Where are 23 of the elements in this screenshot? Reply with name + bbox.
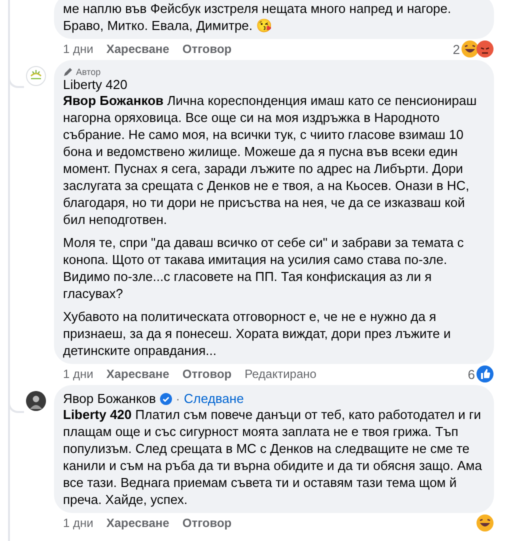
author-name[interactable]: Явор Божанков	[63, 391, 156, 406]
reply-link[interactable]: Отговор	[182, 367, 232, 381]
reply-link[interactable]: Отговор	[182, 42, 232, 56]
like-link[interactable]: Харесване	[106, 42, 170, 56]
comment-text: Liberty 420 Платил съм повече данъци от теб, като работодател и ги плащам още и със сигурност моята заплата не е твоя грижа. Тъп популизъм. След срещата в МС с Денков на следващите не сме те канили и съм на ръба да ти върна обидите и да ти обясня защо. Ама все тази. Веднага приемам съвета ти и оставям тази тема щом й преча. Хайде, успех.	[63, 406, 483, 508]
follow-link[interactable]: Следване	[184, 391, 244, 406]
author-name[interactable]: Liberty 420	[63, 77, 128, 92]
pencil-icon	[63, 66, 73, 76]
comment-text: Явор Божанков Лична кореспонденция имаш като се пенсионираш нагорна оряховица. Все още си на моя издръжка в Народното събрание. Не само моя, на всички тук, с чиито гласове взимаш 10 бона и ведомствено жилище. Можеше да я пусна във всеки един момент. Пуснах я сега, заради лъжите по адрес на Либърти. Дори заслугата за срещата с Денков не е твоя, а на Кьосев. Онази в НС, благодаря, но ти дори не присъства на нея, че да се изказваш кой бил неподготвен.	[63, 92, 478, 228]
comment-text: Моля те, спри "да даваш всичко от себе си" и забрави за темата с конопа. Щото от такава имитация на усилия само става по-зле. Видимо по-зле...с гласовете на ПП. Тая конфискация аз ли я гласувах?	[63, 234, 465, 302]
reply-link[interactable]: Отговор	[182, 516, 232, 530]
comment-time[interactable]: 1 дни	[63, 516, 94, 530]
separator-dot: ·	[176, 392, 180, 406]
author-label: Автор	[76, 66, 101, 76]
edited-label: Редактирано	[244, 367, 316, 381]
comment-time[interactable]: 1 дни	[63, 367, 94, 381]
like-link[interactable]: Харесване	[106, 367, 170, 381]
comment-text: ме наплю във Фейсбук изстреля нещата много напред и нагоре. Браво, Митко. Евала, Димитре. 😘	[63, 0, 452, 34]
comment-time[interactable]: 1 дни	[63, 42, 94, 56]
like-link[interactable]: Харесване	[106, 516, 170, 530]
comment-text: Хубавото на политическата отговорност е, че не е нужно да я признаеш, за да я понесеш. Хората виждат, дори през лъжите и детинските оправдания...	[63, 308, 452, 359]
reaction-count[interactable]: 2	[452, 42, 460, 56]
reaction-count[interactable]: 6	[468, 366, 475, 382]
